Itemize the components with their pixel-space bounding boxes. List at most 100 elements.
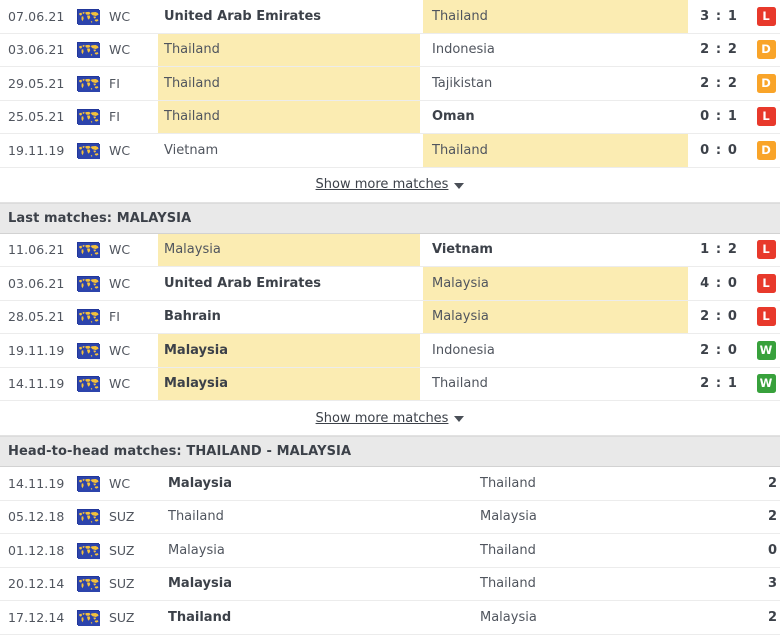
home-team[interactable]: United Arab Emirates bbox=[158, 0, 420, 33]
away-team[interactable]: Thailand bbox=[423, 0, 688, 33]
world-map-flag-icon bbox=[77, 542, 100, 559]
competition-abbr[interactable]: WC bbox=[106, 134, 158, 167]
competition-abbr[interactable]: FI bbox=[106, 101, 158, 134]
competition-abbr[interactable]: WC bbox=[106, 234, 158, 267]
competition-abbr[interactable]: SUZ bbox=[106, 601, 158, 634]
match-date: 14.11.19 bbox=[8, 475, 65, 491]
competition-abbr[interactable]: SUZ bbox=[106, 568, 158, 601]
match-row[interactable]: 11.06.21 WC Malaysia Vietnam 1 : 2L bbox=[0, 233, 780, 267]
away-team[interactable]: Oman bbox=[423, 101, 688, 134]
competition-abbr[interactable]: SUZ bbox=[106, 501, 158, 534]
match-row[interactable]: 19.11.19 WC Vietnam Thailand 0 : 0D bbox=[0, 134, 780, 168]
away-team[interactable]: Thailand bbox=[448, 568, 768, 601]
match-row[interactable]: 14.11.19 WC Malaysia Thailand 2 : 1W bbox=[0, 367, 780, 401]
match-score[interactable]: 2 : 2 bbox=[768, 501, 780, 534]
away-team[interactable]: Thailand bbox=[448, 467, 768, 500]
world-map-flag-icon bbox=[77, 242, 100, 259]
match-score[interactable]: 2 : 0 bbox=[688, 301, 752, 334]
match-date: 29.05.21 bbox=[8, 75, 65, 91]
match-score[interactable]: 2 : 0 bbox=[768, 601, 780, 634]
result-badge: L bbox=[756, 240, 776, 260]
match-row[interactable]: 07.06.21 WC United Arab Emirates Thailand 3 … bbox=[0, 0, 780, 34]
world-map-flag-icon bbox=[77, 342, 100, 359]
show-more-label: Show more matches bbox=[315, 177, 449, 192]
match-score[interactable]: 3 : 1 bbox=[688, 0, 752, 33]
match-date: 01.12.18 bbox=[8, 542, 65, 558]
match-row[interactable]: 17.12.14 SUZThailandMalaysia2 : 0 bbox=[0, 601, 780, 635]
competition-abbr[interactable]: WC bbox=[106, 267, 158, 300]
competition-abbr[interactable]: WC bbox=[106, 467, 158, 500]
match-row[interactable]: 19.11.19 WC Malaysia Indonesia 2 : 0W bbox=[0, 334, 780, 368]
world-map-flag-icon bbox=[77, 8, 100, 25]
away-team[interactable]: Vietnam bbox=[423, 234, 688, 267]
match-row[interactable]: 01.12.18 SUZMalaysiaThailand0 : 0 bbox=[0, 534, 780, 568]
chevron-down-icon bbox=[454, 416, 465, 422]
world-map-flag-icon bbox=[77, 309, 100, 326]
match-score[interactable]: 2 : 0 bbox=[688, 334, 752, 367]
match-row[interactable]: 28.05.21 FI Bahrain Malaysia 2 : 0L bbox=[0, 300, 780, 334]
competition-abbr[interactable]: SUZ bbox=[106, 534, 158, 567]
home-team[interactable]: Malaysia bbox=[158, 467, 448, 500]
home-team[interactable]: Vietnam bbox=[158, 134, 420, 167]
match-score[interactable]: 2 : 1 bbox=[688, 368, 752, 401]
show-more-matches-button[interactable]: Show more matches bbox=[316, 177, 465, 192]
home-team[interactable]: Bahrain bbox=[158, 301, 420, 334]
match-row[interactable]: 20.12.14 SUZMalaysiaThailand3 : 2 bbox=[0, 567, 780, 601]
home-team[interactable]: Malaysia bbox=[158, 568, 448, 601]
away-team[interactable]: Malaysia bbox=[448, 501, 768, 534]
world-map-flag-icon bbox=[77, 609, 100, 626]
match-row[interactable]: 05.12.18 SUZThailandMalaysia2 : 2 bbox=[0, 500, 780, 534]
competition-abbr[interactable]: WC bbox=[106, 34, 158, 67]
result-badge: L bbox=[756, 273, 776, 293]
match-score[interactable]: 2 : 2 bbox=[688, 67, 752, 100]
away-team[interactable]: Malaysia bbox=[448, 601, 768, 634]
away-team[interactable]: Indonesia bbox=[423, 334, 688, 367]
result-badge-cell: D bbox=[752, 134, 780, 167]
show-more-matches-button[interactable]: Show more matches bbox=[316, 411, 465, 426]
home-team[interactable]: Malaysia bbox=[158, 367, 420, 400]
competition-abbr[interactable]: WC bbox=[106, 0, 158, 33]
competition-abbr[interactable]: FI bbox=[106, 301, 158, 334]
home-team[interactable]: United Arab Emirates bbox=[158, 267, 420, 300]
match-date: 19.11.19 bbox=[8, 342, 65, 358]
away-team[interactable]: Malaysia bbox=[423, 300, 688, 333]
chevron-down-icon bbox=[454, 182, 465, 189]
match-score[interactable]: 0 : 0 bbox=[688, 134, 752, 167]
match-score[interactable]: 0 : 1 bbox=[688, 101, 752, 134]
result-badge-cell: D bbox=[752, 34, 780, 67]
world-map-flag-icon bbox=[77, 376, 100, 393]
away-team[interactable]: Thailand bbox=[423, 134, 688, 167]
result-badge: W bbox=[756, 374, 776, 394]
match-score[interactable]: 4 : 0 bbox=[688, 267, 752, 300]
competition-flag-cell bbox=[70, 134, 106, 167]
match-score[interactable]: 2 : 1 bbox=[768, 467, 780, 500]
home-team[interactable]: Thailand bbox=[158, 67, 420, 100]
match-score[interactable]: 3 : 2 bbox=[768, 568, 780, 601]
away-team[interactable]: Malaysia bbox=[423, 267, 688, 300]
result-badge-cell: L bbox=[752, 0, 780, 33]
home-team[interactable]: Thailand bbox=[158, 501, 448, 534]
match-row[interactable]: 14.11.19 WCMalaysiaThailand2 : 1 bbox=[0, 467, 780, 501]
away-team[interactable]: Indonesia bbox=[423, 34, 688, 67]
competition-abbr[interactable]: FI bbox=[106, 67, 158, 100]
away-team[interactable]: Thailand bbox=[423, 368, 688, 401]
home-team[interactable]: Thailand bbox=[158, 100, 420, 133]
home-team[interactable]: Thailand bbox=[158, 601, 448, 634]
result-badge: D bbox=[756, 40, 776, 60]
match-score[interactable]: 1 : 2 bbox=[688, 234, 752, 267]
home-team[interactable]: Malaysia bbox=[158, 334, 420, 367]
match-row[interactable]: 25.05.21 FI Thailand Oman 0 : 1L bbox=[0, 100, 780, 134]
match-score[interactable]: 2 : 2 bbox=[688, 34, 752, 67]
match-score[interactable]: 0 : 0 bbox=[768, 534, 780, 567]
world-map-flag-icon bbox=[77, 509, 100, 526]
match-row[interactable]: 03.06.21 WC United Arab Emirates Malaysia 4 … bbox=[0, 267, 780, 301]
away-team[interactable]: Thailand bbox=[448, 534, 768, 567]
match-row[interactable]: 03.06.21 WC Thailand Indonesia 2 : 2D bbox=[0, 33, 780, 67]
away-team[interactable]: Tajikistan bbox=[423, 67, 688, 100]
home-team[interactable]: Thailand bbox=[158, 33, 420, 66]
home-team[interactable]: Malaysia bbox=[158, 233, 420, 266]
competition-abbr[interactable]: WC bbox=[106, 368, 158, 401]
home-team[interactable]: Malaysia bbox=[158, 534, 448, 567]
competition-abbr[interactable]: WC bbox=[106, 334, 158, 367]
match-row[interactable]: 29.05.21 FI Thailand Tajikistan 2 : 2D bbox=[0, 67, 780, 101]
